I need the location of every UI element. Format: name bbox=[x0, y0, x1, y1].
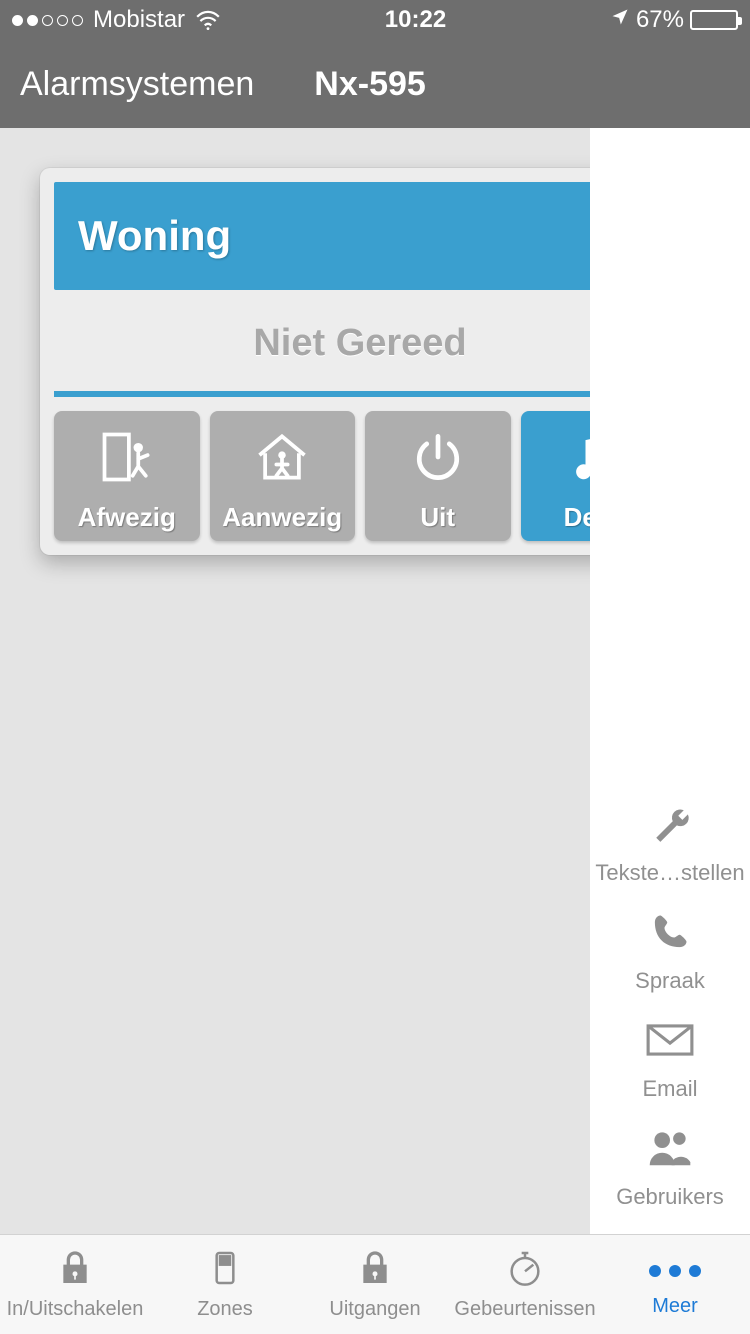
tab-more[interactable]: Meer bbox=[600, 1235, 750, 1334]
tab-label: In/Uitschakelen bbox=[7, 1298, 144, 1321]
stopwatch-icon bbox=[503, 1248, 547, 1294]
power-icon bbox=[408, 411, 468, 502]
drawer-label: Gebruikers bbox=[616, 1184, 724, 1210]
music-note-icon bbox=[563, 411, 590, 502]
partition-status: Niet Gereed bbox=[54, 290, 590, 391]
drawer-label: Tekste…stellen bbox=[595, 860, 744, 886]
tab-label: Gebeurtenissen bbox=[454, 1298, 595, 1321]
wrench-icon bbox=[645, 802, 695, 852]
disarm-label: Uit bbox=[420, 502, 455, 533]
drawer-item-voice[interactable]: Spraak bbox=[590, 900, 750, 1008]
arm-away-button[interactable]: Afwezig bbox=[54, 411, 200, 541]
location-icon bbox=[610, 6, 630, 34]
main-panel: Woning Niet Gereed Afwezig bbox=[0, 128, 590, 1234]
door-exit-icon bbox=[97, 411, 157, 502]
battery-icon bbox=[690, 10, 738, 30]
more-drawer: Tekste…stellen Spraak Email bbox=[590, 128, 750, 1234]
carrier-label: Mobistar bbox=[93, 6, 185, 34]
back-button[interactable]: Alarmsystemen bbox=[20, 65, 254, 104]
signal-strength-icon bbox=[12, 15, 83, 26]
nav-bar: Alarmsystemen Nx-595 bbox=[0, 40, 750, 128]
chime-button[interactable]: Deur bbox=[521, 411, 591, 541]
drawer-item-email[interactable]: Email bbox=[590, 1008, 750, 1116]
home-person-icon bbox=[252, 411, 312, 502]
drawer-label: Spraak bbox=[635, 968, 705, 994]
chime-label: Deur bbox=[564, 502, 590, 533]
tab-label: Meer bbox=[652, 1295, 698, 1318]
phone-icon bbox=[645, 910, 695, 960]
status-bar: Mobistar 10:22 67% bbox=[0, 0, 750, 40]
battery-pct: 67% bbox=[636, 6, 684, 34]
lock-icon bbox=[353, 1248, 397, 1294]
drawer-item-texts[interactable]: Tekste…stellen bbox=[590, 792, 750, 900]
tab-events[interactable]: Gebeurtenissen bbox=[450, 1235, 600, 1334]
wifi-icon bbox=[195, 10, 221, 30]
status-left: Mobistar bbox=[12, 6, 221, 34]
lock-icon bbox=[53, 1248, 97, 1294]
tab-label: Uitgangen bbox=[329, 1298, 420, 1321]
status-right: 67% bbox=[610, 6, 738, 34]
tab-label: Zones bbox=[197, 1298, 253, 1321]
drawer-item-users[interactable]: Gebruikers bbox=[590, 1116, 750, 1224]
disarm-button[interactable]: Uit bbox=[365, 411, 511, 541]
tab-bar: In/Uitschakelen Zones Uitgangen Gebeurte… bbox=[0, 1234, 750, 1334]
divider bbox=[54, 391, 590, 397]
tab-arm[interactable]: In/Uitschakelen bbox=[0, 1235, 150, 1334]
email-icon bbox=[645, 1018, 695, 1068]
sensor-icon bbox=[203, 1248, 247, 1294]
tab-zones[interactable]: Zones bbox=[150, 1235, 300, 1334]
users-icon bbox=[645, 1126, 695, 1176]
tab-outputs[interactable]: Uitgangen bbox=[300, 1235, 450, 1334]
arm-home-button[interactable]: Aanwezig bbox=[210, 411, 356, 541]
arm-home-label: Aanwezig bbox=[222, 502, 342, 533]
more-icon bbox=[649, 1251, 701, 1291]
clock: 10:22 bbox=[385, 6, 446, 34]
partition-card: Woning Niet Gereed Afwezig bbox=[40, 168, 590, 555]
page-title: Nx-595 bbox=[314, 65, 426, 104]
arming-actions: Afwezig Aanwezig bbox=[54, 411, 590, 541]
partition-title: Woning bbox=[54, 182, 590, 290]
drawer-label: Email bbox=[642, 1076, 697, 1102]
arm-away-label: Afwezig bbox=[78, 502, 176, 533]
